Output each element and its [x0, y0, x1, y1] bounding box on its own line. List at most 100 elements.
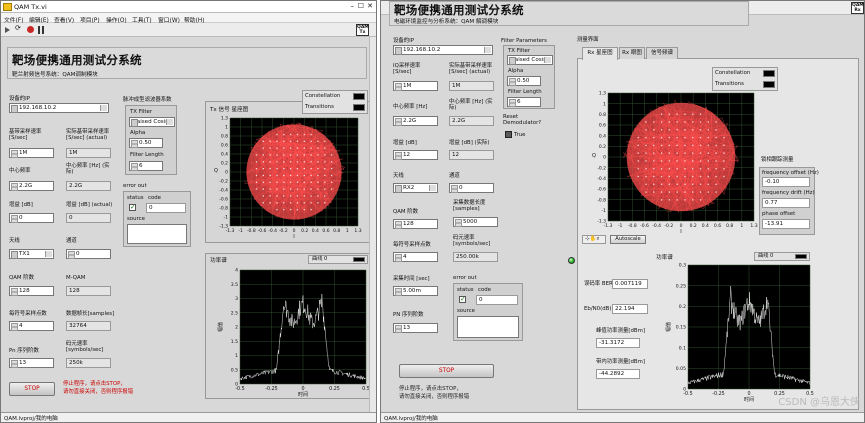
constellation-point: [699, 113, 702, 115]
samples-per-symbol-input[interactable]: 4: [9, 321, 54, 331]
constellation-point: [330, 154, 333, 156]
rx-alpha-input[interactable]: 0.50: [507, 76, 541, 86]
tx-constellation-graph: Tx 信号 星座图 Constellation Transitions -1.3…: [205, 90, 370, 243]
constellation-point: [692, 168, 694, 170]
constellation-point: [692, 129, 694, 131]
close-icon[interactable]: ✕: [367, 2, 373, 10]
tx-filter-select[interactable]: Raised Cosine: [129, 117, 175, 127]
constellation-point: [692, 152, 694, 154]
constellation-point: [723, 168, 725, 170]
pn-order-input[interactable]: 13: [9, 358, 54, 368]
filter-length-input[interactable]: 6: [129, 161, 163, 171]
x-tick-label: 0.8: [726, 223, 733, 229]
graph-palette[interactable]: ⊹✋⌕: [582, 235, 606, 244]
rx-tx-filter-label: TX Filter: [508, 48, 531, 54]
code-indicator: 0: [146, 203, 186, 213]
rx-device-ip-select[interactable]: 192.168.10.2: [393, 45, 493, 55]
constellation-point: [296, 208, 299, 211]
rx-legend-transitions-swatch[interactable]: [763, 81, 775, 88]
sym-rate-input[interactable]: 1M: [9, 148, 54, 158]
constellation-point: [324, 174, 326, 177]
constellation-point: [303, 188, 305, 190]
freq-drift-label: frequency drift (Hz): [762, 190, 815, 196]
gain-input[interactable]: 0: [9, 213, 54, 223]
constellation-point: [707, 121, 709, 123]
gain-actual-label: 增益 [dB] (actual): [66, 202, 113, 208]
rx-tx-filter-select[interactable]: Raised Cosine: [507, 55, 553, 65]
tx-filter-label: TX Filter: [130, 109, 153, 115]
legend-constellation-swatch[interactable]: [353, 93, 365, 100]
maximize-icon[interactable]: ☐: [358, 2, 364, 10]
autoscale-button[interactable]: Autoscale: [610, 235, 646, 244]
freq-drift-indicator: 0.77: [762, 198, 810, 208]
y-tick-label: -0.2: [597, 165, 606, 171]
rx-pn-order-input[interactable]: 13: [393, 323, 438, 333]
rx-reset-toggle[interactable]: [505, 131, 512, 138]
constellation-point: [276, 195, 278, 197]
antenna-select[interactable]: TX1: [9, 249, 54, 259]
constellation-point: [699, 183, 702, 185]
rx-qam-order-input[interactable]: 128: [393, 219, 438, 229]
qam-order-input[interactable]: 128: [9, 286, 54, 296]
rx-legend-constellation-swatch[interactable]: [763, 70, 775, 77]
m-qam-indicator: 128: [66, 286, 111, 296]
rx-window: QAM Rx 靶场便携通用测试分系统 电磁环境监控与分析系统：QAM 解调模块 …: [380, 0, 865, 423]
constellation-point: [324, 195, 326, 197]
constellation-point: [723, 175, 725, 178]
run-continuously-icon[interactable]: ⟳: [15, 24, 23, 32]
rx-center-freq-actual-label: 中心频率 [Hz] (实际): [449, 99, 493, 111]
y-axis-label: Q: [214, 168, 218, 174]
rx-gain-actual-label: 增益 [dB] (实际): [449, 140, 490, 146]
constellation-point: [676, 175, 678, 178]
pause-icon[interactable]: [38, 26, 44, 34]
x-tick-label: 1: [740, 223, 743, 229]
rx-measure-tabs: Rx 星座图 Rx 眼图 信号频谱 Constellation Transiti…: [568, 47, 859, 410]
constellation-point: [692, 113, 694, 115]
constellation-point: [660, 152, 663, 154]
constellation-point: [269, 147, 271, 149]
tab-spectrum[interactable]: 信号频谱: [646, 47, 678, 59]
y-tick-label: 0.6: [599, 123, 606, 129]
constellation-point: [699, 199, 702, 201]
rx-samples-per-symbol-input[interactable]: 4: [393, 252, 438, 262]
constellation-point: [303, 174, 305, 177]
ebn0-label: Eb/N0(dB): [584, 306, 612, 312]
x-tick-label: 0.6: [322, 228, 329, 234]
rx-iq-rate-input[interactable]: 1M: [393, 81, 438, 91]
rx-filter-params-label: Filter Parameters: [501, 38, 547, 44]
rx-samples-input[interactable]: 5000: [453, 217, 498, 227]
constellation-point: [715, 183, 717, 185]
rx-gain-input[interactable]: 12: [393, 150, 438, 160]
antenna-label: 天线: [9, 238, 20, 244]
tab-rx-constellation[interactable]: Rx 星座图: [582, 47, 618, 60]
constellation-point: [303, 154, 305, 156]
constellation-point: [310, 167, 312, 170]
constellation-point: [317, 181, 319, 183]
y-tick-label: 0.8: [599, 112, 606, 118]
constellation-point: [310, 133, 312, 136]
rx-stop-button[interactable]: STOP: [399, 364, 494, 378]
run-arrow-icon[interactable]: [5, 27, 10, 33]
tx-statusbar: QAM.lvproj/我的电脑: [1, 412, 376, 422]
center-freq-input[interactable]: 2.2G: [9, 181, 54, 191]
minimize-icon[interactable]: –: [351, 2, 355, 10]
constellation-point: [283, 202, 285, 204]
alpha-input[interactable]: 0.50: [129, 138, 163, 148]
device-ip-label: 设备的IP: [9, 96, 31, 102]
rx-acq-time-input[interactable]: 5.00m: [393, 286, 438, 296]
constellation-point: [699, 129, 702, 131]
channel-input[interactable]: 0: [66, 249, 111, 259]
tx-scrollbar[interactable]: [369, 37, 376, 412]
rx-antenna-select[interactable]: RX2: [393, 183, 438, 193]
constellation-point: [317, 167, 319, 170]
constellation-point: [660, 183, 663, 185]
abort-icon[interactable]: [27, 26, 34, 33]
rx-center-freq-input[interactable]: 2.2G: [393, 116, 438, 126]
rx-channel-input[interactable]: 0: [449, 183, 494, 193]
rx-filter-length-input[interactable]: 6: [507, 97, 541, 107]
tab-rx-eye[interactable]: Rx 眼图: [619, 47, 645, 59]
stop-button[interactable]: STOP: [9, 382, 55, 396]
device-ip-select[interactable]: 192.168.10.2: [9, 103, 109, 113]
psd-y-tick-label: 0.3: [679, 263, 686, 269]
rx-psd-graph: 功率谱 曲线 0 -0.5 -0.25 0 0.25 0.5 0.3 0.25 0.2 0.15…: [654, 251, 814, 409]
